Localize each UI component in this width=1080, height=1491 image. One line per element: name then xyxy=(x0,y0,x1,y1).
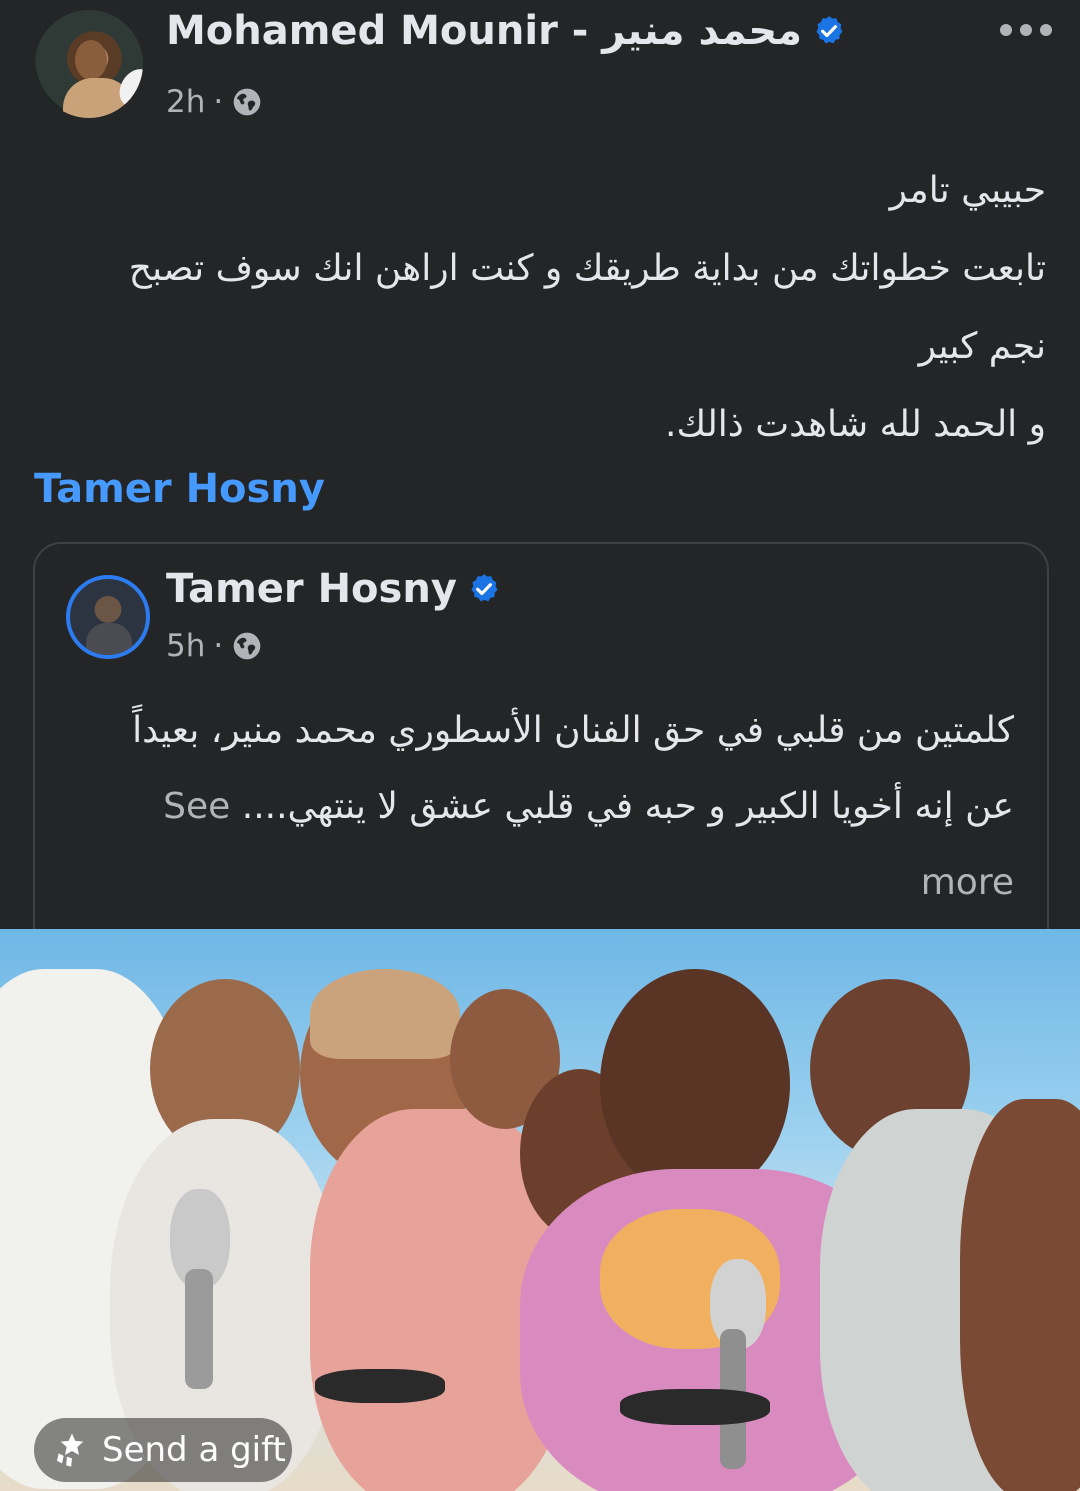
author-avatar[interactable] xyxy=(35,10,143,118)
shared-author-avatar[interactable] xyxy=(66,575,150,659)
send-gift-button[interactable]: Send a gift xyxy=(34,1418,292,1482)
send-gift-label: Send a gift xyxy=(102,1430,286,1470)
post-time[interactable]: 2h xyxy=(166,84,205,120)
post-text-line: نجم كبير xyxy=(918,326,1046,367)
meta-separator: · xyxy=(213,84,224,120)
meta-separator: · xyxy=(213,628,224,664)
post-author-name[interactable]: Mohamed Mounir - محمد منير xyxy=(166,8,802,54)
globe-icon xyxy=(233,632,261,660)
shared-post-body: كلمتين من قلبي في حق الفنان الأسطوري محم… xyxy=(132,710,1014,827)
shared-post-meta: 5h · xyxy=(166,628,263,664)
shared-post-author[interactable]: Tamer Hosny xyxy=(166,566,501,612)
post-text-line: و الحمد لله شاهدت ذالك. xyxy=(665,404,1046,445)
post-photo[interactable] xyxy=(0,929,1080,1491)
gift-icon xyxy=(57,1433,84,1467)
post-text-line: تابعت خطواتك من بداية طريقك و كنت اراهن … xyxy=(128,248,1046,289)
verified-badge-icon xyxy=(816,16,843,44)
shared-author-name[interactable]: Tamer Hosny xyxy=(166,566,457,612)
post-author[interactable]: Mohamed Mounir - محمد منير xyxy=(166,8,846,54)
post-meta: 2h · xyxy=(166,84,263,120)
globe-icon xyxy=(233,88,261,116)
shared-post-text: كلمتين من قلبي في حق الفنان الأسطوري محم… xyxy=(90,693,1014,921)
shared-post-time[interactable]: 5h xyxy=(166,628,205,664)
mention-link[interactable]: Tamer Hosny xyxy=(34,466,325,512)
post-text: حبيبي تامر تابعت خطواتك من بداية طريقك و… xyxy=(34,152,1046,464)
post-text-line: حبيبي تامر xyxy=(889,170,1046,211)
more-options-icon[interactable] xyxy=(1000,22,1052,38)
verified-badge-icon xyxy=(471,574,498,602)
